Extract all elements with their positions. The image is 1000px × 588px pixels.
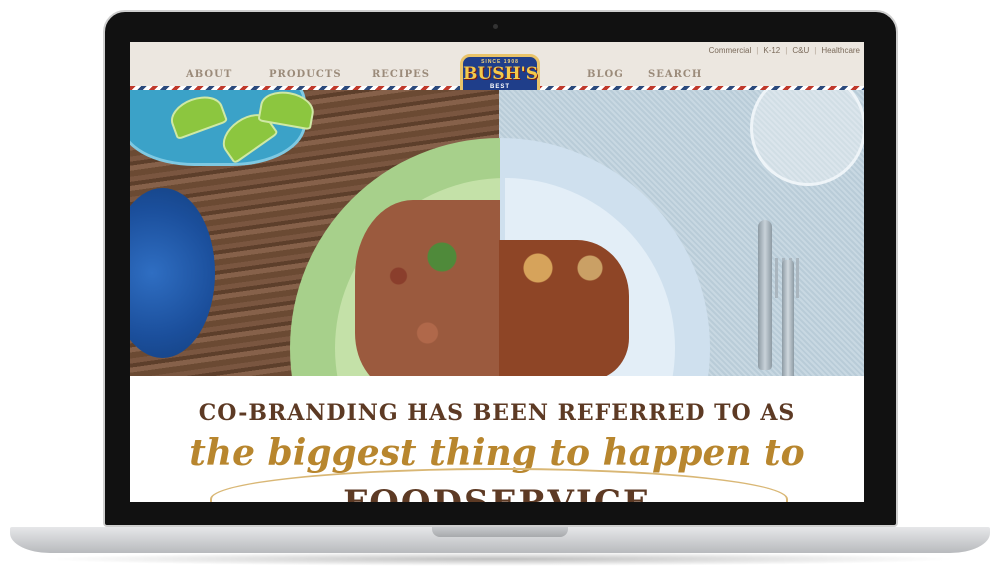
nav-about[interactable]: ABOUT <box>186 69 232 80</box>
separator: | <box>814 46 817 55</box>
separator: | <box>756 46 759 55</box>
bean-salad <box>355 200 500 376</box>
headline-line-3: FOODSERVICE <box>130 483 864 502</box>
hero-image <box>130 90 864 376</box>
utility-link-commercial[interactable]: Commercial <box>709 46 752 55</box>
utility-link-healthcare[interactable]: Healthcare <box>821 46 860 55</box>
headline-line-1: CO-BRANDING HAS BEEN REFERRED TO AS <box>198 400 796 426</box>
separator: | <box>785 46 788 55</box>
nav-blog[interactable]: BLOG <box>587 69 624 80</box>
utility-link-k12[interactable]: K-12 <box>763 46 780 55</box>
browser-screen: Commercial | K-12 | C&U | Healthcare ABOUT PRO… <box>130 42 864 502</box>
knife <box>758 220 772 370</box>
nav-search[interactable]: SEARCH <box>648 69 702 80</box>
laptop-shadow <box>40 552 960 566</box>
baked-beans-and-potatoes <box>499 240 629 376</box>
laptop-notch <box>432 527 568 537</box>
camera-icon <box>493 24 498 29</box>
utility-link-cu[interactable]: C&U <box>792 46 809 55</box>
nav-recipes[interactable]: RECIPES <box>372 69 430 80</box>
logo-brand: BUSH'S <box>463 64 539 84</box>
utility-links: Commercial | K-12 | C&U | Healthcare <box>709 46 860 55</box>
nav-products[interactable]: PRODUCTS <box>269 69 342 80</box>
headline-section: CO-BRANDING HAS BEEN REFERRED TO AS the … <box>130 376 864 502</box>
fork <box>782 260 794 376</box>
